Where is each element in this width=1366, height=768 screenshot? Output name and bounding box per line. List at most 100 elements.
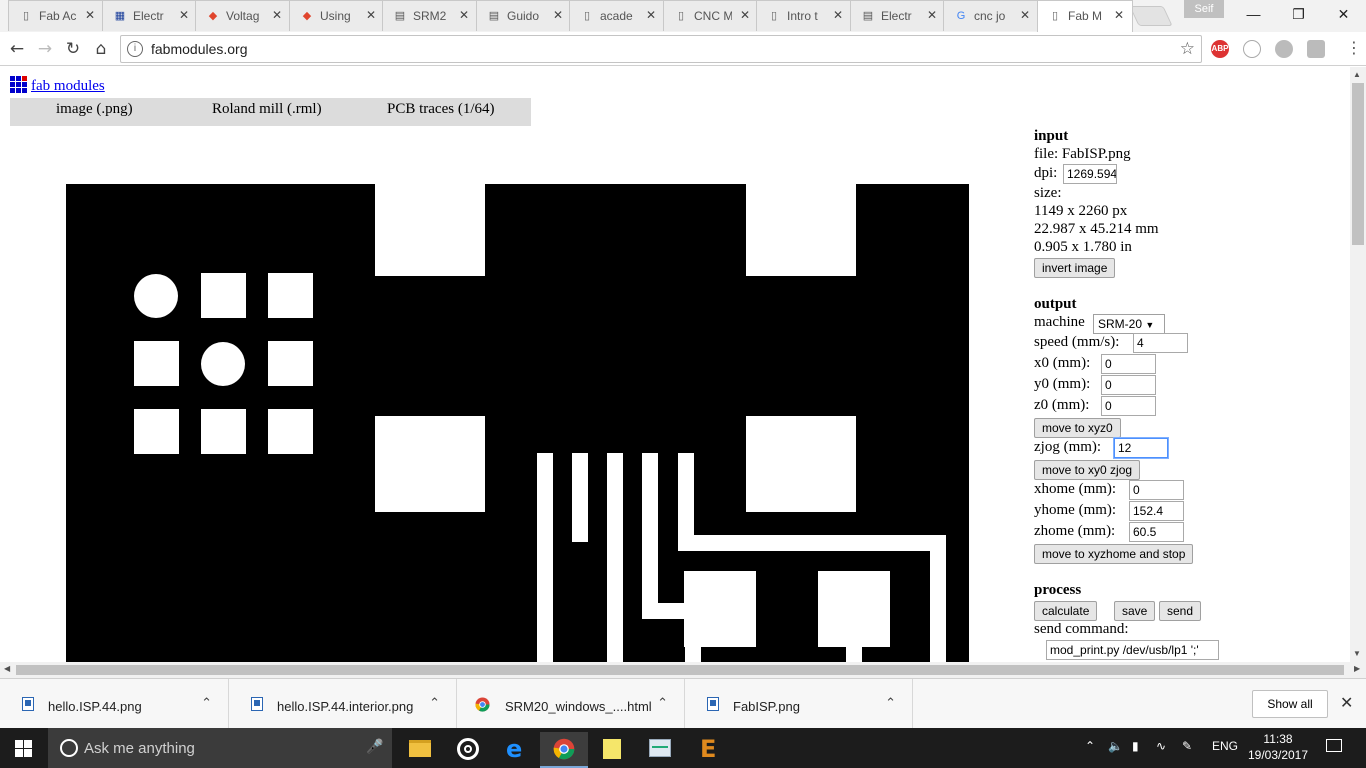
language-indicator[interactable]: ENG	[1212, 739, 1238, 753]
extension-icon[interactable]	[1243, 40, 1261, 58]
pen-icon[interactable]: ✎	[1182, 739, 1192, 753]
microphone-icon[interactable]: 🎤	[366, 738, 383, 755]
zjog-input[interactable]: 12	[1114, 438, 1168, 458]
close-tab-icon[interactable]: ✕	[927, 8, 937, 22]
browser-tab[interactable]: ▯ CNC M ✕	[663, 0, 759, 31]
wifi-icon[interactable]: ∿	[1156, 739, 1166, 753]
chevron-up-icon[interactable]: ⌃	[429, 695, 440, 711]
close-tab-icon[interactable]: ✕	[459, 8, 469, 22]
browser-tab[interactable]: Gcnc jo ✕	[943, 0, 1039, 31]
horizontal-scroll-thumb[interactable]	[16, 665, 1344, 675]
scroll-left-icon[interactable]: ◀	[4, 664, 10, 673]
browser-tab[interactable]: ▤ SRM2 ✕	[382, 0, 478, 31]
xhome-input[interactable]: 0	[1129, 480, 1184, 500]
edge-icon[interactable]: e	[492, 732, 540, 768]
info-icon[interactable]: i	[127, 41, 143, 57]
chevron-up-icon[interactable]: ⌃	[885, 695, 896, 711]
adblock-icon[interactable]: ABP	[1211, 40, 1229, 58]
drive-icon[interactable]	[1275, 40, 1293, 58]
file-explorer-icon[interactable]	[396, 732, 444, 768]
browser-tab[interactable]: ▯ Fab M ✕	[1037, 0, 1133, 32]
scroll-up-icon[interactable]: ▲	[1353, 70, 1361, 79]
close-icon[interactable]: ✕	[1340, 693, 1353, 712]
back-icon[interactable]: ←	[6, 38, 28, 60]
close-tab-icon[interactable]: ✕	[366, 8, 376, 22]
maximize-icon[interactable]: ❐	[1276, 0, 1321, 28]
chevron-up-icon[interactable]: ⌃	[1085, 739, 1095, 753]
speed-input[interactable]: 4	[1133, 333, 1188, 353]
bookmark-star-icon[interactable]: ☆	[1180, 39, 1195, 59]
close-tab-icon[interactable]: ✕	[833, 8, 843, 22]
clock[interactable]: 11:38 19/03/2017	[1246, 731, 1310, 763]
download-item[interactable]: hello.ISP.44.png ⌃	[0, 679, 229, 729]
sticky-notes-icon[interactable]	[588, 732, 636, 768]
move-to-xyz0-button[interactable]: move to xyz0	[1034, 418, 1121, 438]
module-roland-mill[interactable]: Roland mill (.rml)	[212, 101, 322, 118]
scroll-down-icon[interactable]: ▼	[1353, 649, 1361, 658]
yhome-input[interactable]: 152.4	[1129, 501, 1184, 521]
vertical-scroll-thumb[interactable]	[1352, 83, 1364, 245]
forward-icon[interactable]: →	[34, 38, 56, 60]
battery-icon[interactable]: ▮	[1132, 739, 1139, 753]
y0-input[interactable]: 0	[1101, 375, 1156, 395]
z0-input[interactable]: 0	[1101, 396, 1156, 416]
browser-tab[interactable]: ▯ acade ✕	[569, 0, 665, 31]
browser-tab[interactable]: ▦ Electr ✕	[102, 0, 198, 31]
calculate-button[interactable]: calculate	[1034, 601, 1098, 621]
close-tab-icon[interactable]: ✕	[85, 8, 95, 22]
scroll-right-icon[interactable]: ▶	[1354, 664, 1360, 673]
browser-tab[interactable]: ◆ Voltag ✕	[195, 0, 291, 31]
cast-icon[interactable]	[1307, 40, 1325, 58]
download-item[interactable]: SRM20_windows_....html ⌃	[457, 679, 685, 729]
chevron-up-icon[interactable]: ⌃	[201, 695, 212, 711]
close-tab-icon[interactable]: ✕	[553, 8, 563, 22]
browser-tab[interactable]: ▯ Intro t ✕	[756, 0, 852, 31]
dpi-input[interactable]: 1269.594	[1063, 164, 1117, 184]
close-tab-icon[interactable]: ✕	[272, 8, 282, 22]
cortana-search-box[interactable]: Ask me anything 🎤	[48, 728, 392, 768]
media-player-icon[interactable]	[444, 732, 492, 768]
invert-image-button[interactable]: invert image	[1034, 258, 1116, 278]
chrome-taskbar-icon[interactable]	[540, 732, 588, 768]
chevron-down-icon: ▼	[1145, 320, 1155, 330]
show-all-downloads-button[interactable]: Show all	[1252, 690, 1328, 718]
zhome-input[interactable]: 60.5	[1129, 522, 1184, 542]
module-pcb-traces[interactable]: PCB traces (1/64)	[387, 101, 494, 118]
x0-input[interactable]: 0	[1101, 354, 1156, 374]
vertical-scrollbar[interactable]: ▲ ▼	[1350, 67, 1366, 662]
browser-tab[interactable]: ▯ Fab Ac ✕	[8, 0, 104, 31]
browser-tab[interactable]: ▤ Electr ✕	[850, 0, 946, 31]
close-tab-icon[interactable]: ✕	[1020, 8, 1030, 22]
windows-start-icon[interactable]	[15, 740, 32, 757]
close-tab-icon[interactable]: ✕	[646, 8, 656, 22]
send-command-input[interactable]: mod_print.py /dev/usb/lp1 ';'	[1046, 640, 1219, 660]
machine-select[interactable]: SRM-20 ▼	[1093, 314, 1165, 334]
close-window-icon[interactable]: ✕	[1321, 0, 1366, 28]
move-to-xy0-zjog-button[interactable]: move to xy0 zjog	[1034, 460, 1141, 480]
browser-tab[interactable]: ▤ Guido ✕	[476, 0, 572, 31]
browser-tab[interactable]: ◆ Using ✕	[289, 0, 385, 31]
profile-button[interactable]: Seif	[1184, 0, 1224, 18]
volume-icon[interactable]: 🔈	[1108, 739, 1123, 753]
horizontal-scrollbar[interactable]: ◀ ▶	[0, 662, 1366, 678]
download-item[interactable]: FabISP.png ⌃	[685, 679, 913, 729]
home-icon[interactable]: ⌂	[90, 38, 112, 60]
send-button[interactable]: send	[1159, 601, 1202, 621]
address-bar[interactable]: i fabmodules.org ☆	[120, 35, 1202, 63]
close-tab-icon[interactable]: ✕	[1114, 8, 1124, 22]
close-tab-icon[interactable]: ✕	[740, 8, 750, 22]
move-to-xyzhome-button[interactable]: move to xyzhome and stop	[1034, 544, 1194, 564]
reload-icon[interactable]: ↻	[62, 38, 84, 60]
download-item[interactable]: hello.ISP.44.interior.png ⌃	[229, 679, 457, 729]
close-tab-icon[interactable]: ✕	[179, 8, 189, 22]
fab-modules-link[interactable]: fab modules	[31, 78, 105, 94]
save-button[interactable]: save	[1114, 601, 1156, 621]
eagle-icon[interactable]: E	[684, 732, 732, 768]
minimize-icon[interactable]: —	[1231, 0, 1276, 28]
chevron-up-icon[interactable]: ⌃	[657, 695, 668, 711]
menu-icon[interactable]: ⋮	[1346, 38, 1362, 57]
task-manager-icon[interactable]	[636, 732, 684, 768]
module-image[interactable]: image (.png)	[56, 101, 133, 118]
notification-icon[interactable]	[1326, 739, 1342, 752]
new-tab-button[interactable]	[1129, 6, 1173, 26]
